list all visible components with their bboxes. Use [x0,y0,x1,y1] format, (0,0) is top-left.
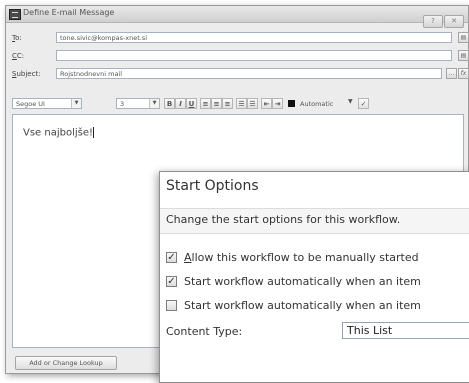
decrease-indent-icon[interactable]: ⇤ [261,98,272,109]
window-controls: ? ✕ [422,8,464,28]
bullet-list-icon[interactable]: ☰ [247,98,258,109]
subject-field[interactable]: Rojstnodnevni mail [56,68,442,79]
to-label: To: [12,34,22,42]
increase-indent-icon[interactable]: ⇥ [272,98,283,109]
window-title: Define E-mail Message [23,8,115,17]
content-type-select[interactable]: This List [342,322,469,339]
color-dropdown-icon[interactable]: ▼ [348,98,353,105]
help-icon[interactable]: ? [423,15,443,28]
address-book-icon[interactable]: ▤ [458,32,469,43]
app-icon [9,9,21,20]
to-field[interactable]: tone.sivic@kompas-xnet.si [56,32,452,43]
cc-field[interactable] [56,50,452,61]
content-type-label: Content Type: [166,325,243,338]
close-icon[interactable]: ✕ [444,15,464,28]
option-manual-start-label: Allow this workflow to be manually start… [184,251,419,264]
chevron-down-icon: ▼ [149,99,159,108]
font-select-value: Segoe UI [16,100,45,108]
message-body-text: Vse najboljše! [23,127,95,139]
start-options-description: Change the start options for this workfl… [166,213,401,226]
checkbox-auto-start-created[interactable]: ✓ [166,276,177,287]
formula-button[interactable]: fx [458,68,469,79]
checkbox-auto-start-changed[interactable] [166,300,177,311]
start-options-header: Change the start options for this workfl… [160,208,469,234]
font-size-select[interactable]: 3 ▼ [116,98,160,109]
spell-check-icon[interactable]: ✓ [358,98,369,109]
subject-label: Subject: [12,70,41,78]
align-center-icon[interactable]: ≡ [211,98,222,109]
bold-button[interactable]: B [164,98,175,109]
option-auto-start-changed-label: Start workflow automatically when an ite… [184,299,421,312]
font-size-value: 3 [120,100,125,108]
option-auto-start-created-label: Start workflow automatically when an ite… [184,275,421,288]
subject-row: Subject: Rojstnodnevni mail ... fx [12,68,469,80]
to-row: To: tone.sivic@kompas-xnet.si ▤ [12,32,469,44]
start-options-panel: Start Options Change the start options f… [159,171,469,383]
cc-row: CC: ▤ [12,50,469,62]
body-text-content: Vse najboljše! [23,127,94,139]
numbered-list-icon[interactable]: ☰ [236,98,247,109]
checkbox-manual-start[interactable]: ✓ [166,252,177,263]
cc-address-book-icon[interactable]: ▤ [458,50,469,61]
option-manual-start-accesskey: A [184,251,192,264]
format-toolbar: Segoe UI ▼ 3 ▼ B I U ≡ ≡ ≡ ☰ ☰ ⇤ ⇥ Autom… [12,98,464,111]
add-change-lookup-button[interactable]: Add or Change Lookup [15,356,117,370]
align-left-icon[interactable]: ≡ [200,98,211,109]
font-select[interactable]: Segoe UI ▼ [12,98,82,109]
underline-button[interactable]: U [186,98,197,109]
text-caret [93,127,95,138]
cc-label: CC: [12,52,25,60]
align-right-icon[interactable]: ≡ [222,98,233,109]
color-label: Automatic [300,100,334,108]
italic-button[interactable]: I [175,98,186,109]
chevron-down-icon: ▼ [71,99,81,108]
subject-ellipsis-button[interactable]: ... [446,68,457,79]
title-bar: Define E-mail Message ? ✕ [6,6,468,28]
start-options-title: Start Options [166,178,259,194]
option-manual-start-text: llow this workflow to be manually starte… [191,251,419,264]
color-swatch [288,100,295,107]
